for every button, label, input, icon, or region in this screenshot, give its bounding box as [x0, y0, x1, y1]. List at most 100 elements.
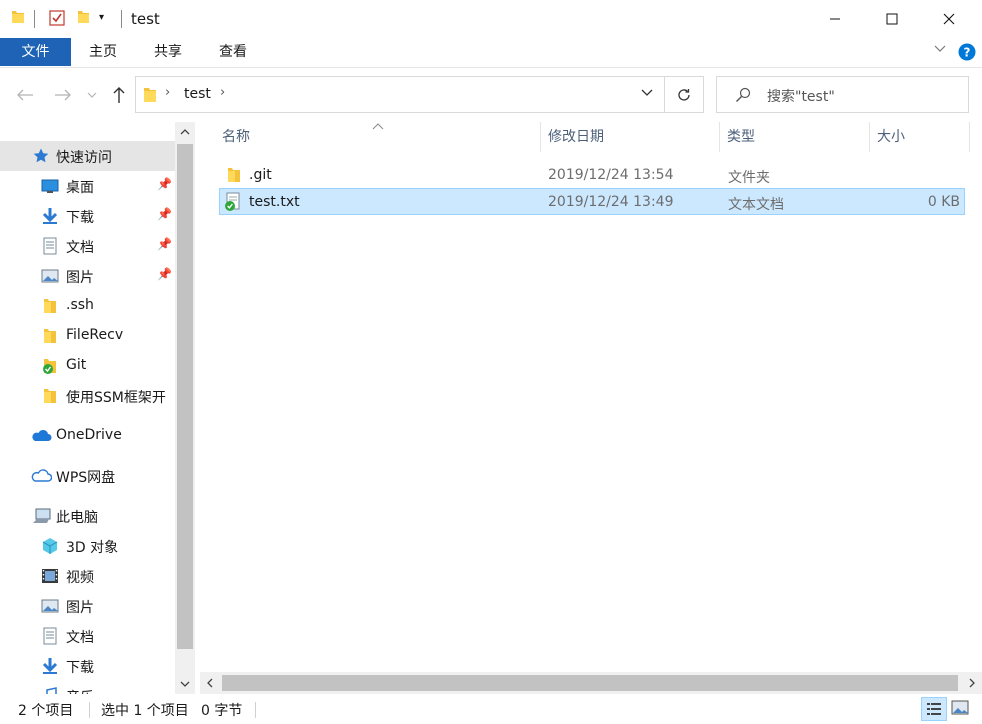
- properties-icon[interactable]: [48, 9, 66, 27]
- sidebar-item-git[interactable]: Git: [0, 351, 175, 381]
- close-icon: [943, 13, 955, 25]
- close-button[interactable]: [926, 0, 972, 38]
- file-type: 文本文档: [728, 197, 784, 213]
- sidebar-item-ssm[interactable]: 使用SSM框架开: [0, 381, 175, 411]
- tab-view[interactable]: 查看: [208, 38, 258, 66]
- search-input[interactable]: 搜索"test": [767, 86, 835, 106]
- sidebar-item-label: 图片: [66, 270, 94, 286]
- download-icon: [41, 207, 59, 225]
- document-icon: [41, 237, 59, 255]
- status-selected-count: 选中 1 个项目: [101, 703, 189, 719]
- sidebar-item-videos[interactable]: 视频: [0, 561, 175, 591]
- up-button[interactable]: [108, 84, 130, 106]
- address-dropdown-icon[interactable]: [640, 86, 654, 104]
- column-header-size[interactable]: 大小: [877, 122, 967, 152]
- breadcrumb-separator-icon[interactable]: ›: [165, 85, 170, 100]
- new-folder-icon[interactable]: [75, 9, 91, 25]
- sidebar-item-downloads[interactable]: 下载 📌: [0, 201, 175, 231]
- breadcrumb-item[interactable]: test: [184, 86, 211, 102]
- sidebar-item-label: 使用SSM框架开: [66, 390, 166, 406]
- document-icon: [41, 627, 59, 645]
- pin-icon[interactable]: 📌: [157, 267, 172, 281]
- address-bar[interactable]: › test ›: [135, 76, 665, 113]
- sidebar-item-ssh[interactable]: .ssh: [0, 291, 175, 321]
- window-title: test: [131, 10, 160, 28]
- file-name: .git: [249, 167, 272, 183]
- breadcrumb-separator-icon[interactable]: ›: [220, 85, 225, 100]
- pin-icon[interactable]: 📌: [157, 237, 172, 251]
- file-row-git[interactable]: .git 2019/12/24 13:54 文件夹: [219, 162, 965, 189]
- sidebar-item-desktop[interactable]: 桌面 📌: [0, 171, 175, 201]
- title-bar: ▾ test: [0, 0, 982, 38]
- file-row-test-txt[interactable]: test.txt 2019/12/24 13:49 文本文档 0 KB: [219, 188, 965, 215]
- column-header-type[interactable]: 类型: [727, 122, 867, 152]
- sidebar-item-label: .ssh: [66, 297, 94, 313]
- chevron-down-icon: [87, 92, 97, 98]
- expand-ribbon-icon[interactable]: [933, 43, 947, 57]
- cloud-icon: [30, 427, 52, 445]
- sidebar-item-pictures-pc[interactable]: 图片: [0, 591, 175, 621]
- music-icon: [41, 687, 59, 694]
- file-type: 文件夹: [728, 170, 770, 186]
- folder-icon: [142, 86, 158, 108]
- maximize-button[interactable]: [869, 0, 915, 38]
- tab-share[interactable]: 共享: [143, 38, 193, 66]
- forward-button[interactable]: [52, 84, 74, 106]
- refresh-button[interactable]: [665, 76, 704, 113]
- scrollbar-thumb[interactable]: [177, 144, 193, 649]
- ribbon: 文件 主页 共享 查看 ?: [0, 38, 982, 68]
- forward-arrow-icon: [55, 89, 71, 101]
- sidebar-item-label: 图片: [66, 600, 94, 616]
- sidebar-item-label: 桌面: [66, 180, 94, 196]
- scroll-right-arrow-icon[interactable]: [962, 673, 982, 693]
- sidebar-item-music[interactable]: 音乐: [0, 681, 175, 694]
- scrollbar-thumb[interactable]: [222, 675, 958, 691]
- pictures-icon: [41, 597, 59, 615]
- details-view-icon[interactable]: [921, 697, 947, 721]
- navigation-pane-scrollbar[interactable]: [175, 122, 195, 694]
- help-icon[interactable]: ?: [958, 43, 976, 65]
- sidebar-item-documents[interactable]: 文档 📌: [0, 231, 175, 261]
- text-file-git-icon: [224, 192, 242, 216]
- search-icon: [735, 87, 751, 107]
- git-folder-icon: [41, 357, 59, 375]
- sidebar-item-label: Git: [66, 357, 87, 373]
- sidebar-item-label: WPS网盘: [56, 470, 116, 486]
- scroll-down-arrow-icon[interactable]: [175, 674, 195, 694]
- sidebar-item-label: 下载: [66, 210, 94, 226]
- large-icons-view-icon[interactable]: [951, 700, 969, 720]
- sidebar-item-this-pc[interactable]: 此电脑: [0, 501, 175, 531]
- folder-icon: [41, 327, 59, 345]
- sidebar-item-label: OneDrive: [56, 427, 122, 443]
- sidebar-item-label: 文档: [66, 630, 94, 646]
- scroll-up-arrow-icon[interactable]: [175, 122, 195, 142]
- 3d-objects-icon: [41, 537, 59, 555]
- file-list-horizontal-scrollbar[interactable]: [200, 672, 982, 694]
- sidebar-item-quick-access[interactable]: 快速访问: [0, 141, 175, 171]
- download-icon: [41, 657, 59, 675]
- folder-icon: [10, 9, 26, 25]
- customize-toolbar-icon[interactable]: ▾: [99, 12, 104, 23]
- sidebar-item-3d-objects[interactable]: 3D 对象: [0, 531, 175, 561]
- scroll-left-arrow-icon[interactable]: [200, 673, 220, 693]
- sidebar-item-onedrive[interactable]: OneDrive: [0, 421, 175, 451]
- tab-home[interactable]: 主页: [78, 38, 128, 66]
- sidebar-item-downloads-pc[interactable]: 下载: [0, 651, 175, 681]
- tab-file[interactable]: 文件: [0, 38, 71, 66]
- sidebar-item-filerecv[interactable]: FileRecv: [0, 321, 175, 351]
- search-box[interactable]: 搜索"test": [716, 76, 969, 113]
- sidebar-item-label: 音乐: [66, 687, 94, 694]
- svg-text:?: ?: [964, 46, 971, 60]
- sidebar-item-wps[interactable]: WPS网盘: [0, 461, 175, 491]
- desktop-icon: [41, 177, 59, 195]
- back-button[interactable]: [14, 84, 36, 106]
- recent-locations-button[interactable]: [85, 84, 99, 106]
- column-header-name[interactable]: 名称: [222, 122, 540, 152]
- folder-icon: [41, 387, 59, 405]
- minimize-button[interactable]: [812, 0, 858, 38]
- pin-icon[interactable]: 📌: [157, 177, 172, 191]
- sidebar-item-pictures[interactable]: 图片 📌: [0, 261, 175, 291]
- sidebar-item-documents-pc[interactable]: 文档: [0, 621, 175, 651]
- pin-icon[interactable]: 📌: [157, 207, 172, 221]
- column-header-modified[interactable]: 修改日期: [548, 122, 718, 152]
